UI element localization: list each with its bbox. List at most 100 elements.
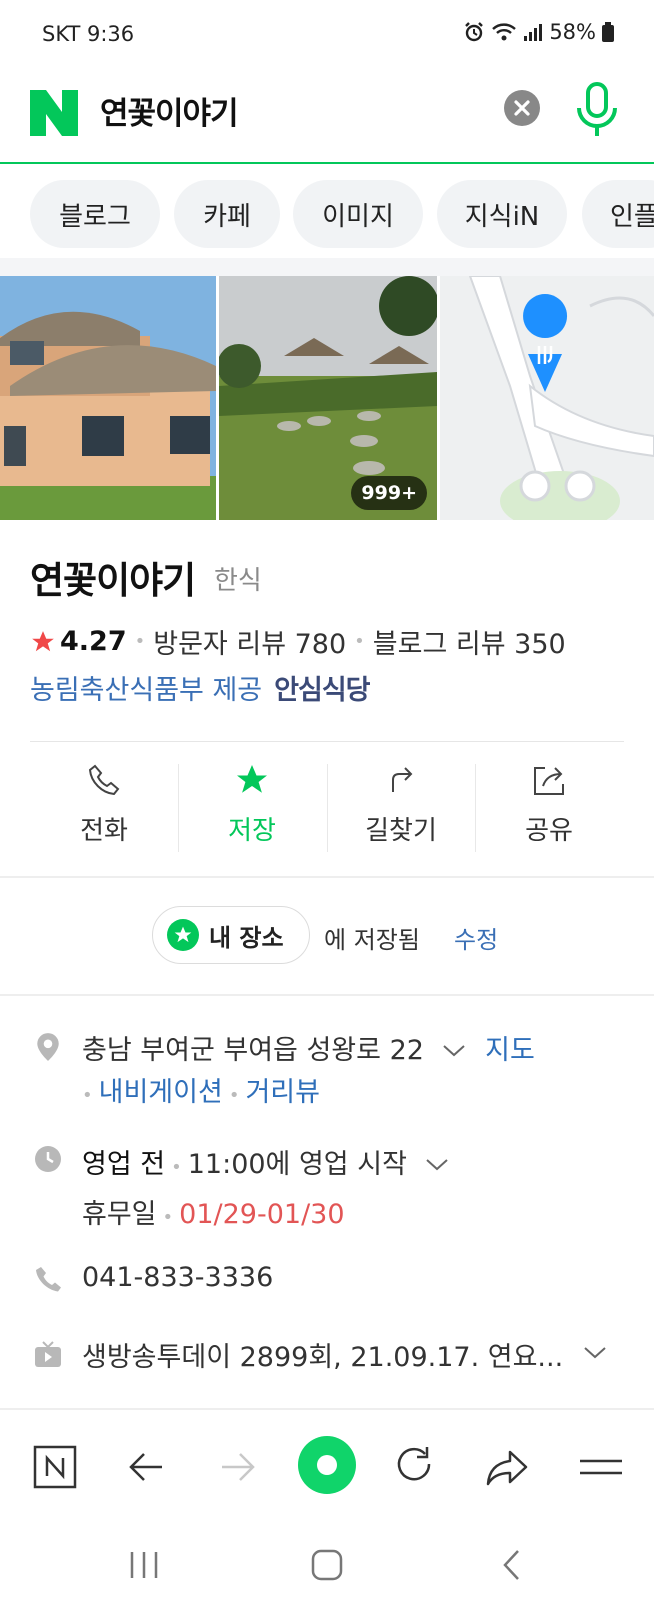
location-pin-icon — [37, 1033, 59, 1061]
call-button[interactable]: 전화 — [30, 762, 178, 856]
rating-row: 4.27 • 방문자 리뷰 780 • 블로그 리뷰 350 — [30, 622, 566, 661]
place-name: 연꽃이야기 — [30, 559, 196, 602]
tv-appearance: 생방송투데이 2899회, 21.09.17. 연요... — [82, 1342, 564, 1373]
call-label: 전화 — [80, 816, 128, 846]
separator-dot: • — [134, 631, 146, 652]
star-icon — [237, 765, 267, 793]
divider — [0, 994, 654, 996]
naver-logo-icon[interactable] — [30, 90, 78, 136]
share-icon — [534, 767, 564, 795]
separator-dot: • — [162, 1207, 174, 1228]
streetview-link[interactable]: 거리뷰 — [245, 1077, 320, 1108]
hours-status: 영업 전 — [82, 1149, 166, 1180]
system-navigation-bar — [0, 1528, 654, 1600]
divider — [30, 741, 624, 742]
green-dot-button[interactable] — [298, 1436, 356, 1494]
divider — [0, 876, 654, 878]
signal-icon — [524, 24, 543, 41]
section-spacer — [0, 258, 654, 276]
separator-dot: • — [354, 631, 365, 652]
map-thumbnail[interactable] — [440, 276, 654, 520]
close-icon — [514, 100, 530, 116]
tab-blog[interactable]: 블로그 — [30, 180, 160, 248]
clock-icon — [35, 1146, 61, 1172]
clear-search-button[interactable] — [504, 90, 540, 126]
phone-icon — [88, 764, 120, 796]
map-image — [440, 276, 654, 520]
action-bar: 전화 저장 길찾기 공유 — [30, 762, 624, 856]
photo-strip: 999+ — [0, 276, 654, 520]
tab-cafe[interactable]: 카페 — [174, 180, 280, 248]
star-badge-icon — [167, 919, 199, 951]
phone-icon — [36, 1267, 61, 1292]
battery-icon — [602, 22, 614, 42]
hours-text: 영업 전 • 11:00에 영업 시작 — [82, 1142, 450, 1181]
back-arrow-icon[interactable] — [122, 1442, 172, 1492]
alarm-icon — [465, 22, 484, 42]
photo-count-badge[interactable]: 999+ — [351, 476, 427, 510]
my-place-label: 내 장소 — [209, 923, 284, 952]
battery-percent: 58% — [549, 20, 596, 44]
address-value: 충남 부여군 부여읍 성왕로 22 — [82, 1035, 424, 1066]
share-arrow-icon[interactable] — [482, 1442, 532, 1492]
naver-home-icon[interactable] — [30, 1442, 80, 1492]
navigation-link[interactable]: 내비게이션 — [99, 1077, 223, 1108]
restaurant-photo-1[interactable] — [0, 276, 216, 520]
safe-restaurant-badge: 안심식당 — [274, 675, 370, 706]
phone-number[interactable]: 041-833-3336 — [82, 1262, 273, 1293]
microphone-icon[interactable] — [574, 82, 620, 138]
save-button[interactable]: 저장 — [178, 762, 326, 856]
visitor-reviews-link[interactable]: 방문자 리뷰 780 — [153, 622, 346, 661]
save-label: 저장 — [228, 816, 276, 846]
directions-button[interactable]: 길찾기 — [327, 762, 475, 856]
place-category: 한식 — [214, 566, 262, 596]
my-place-chip[interactable]: 내 장소 — [152, 906, 310, 964]
status-bar: SKT 9:36 58% — [0, 0, 654, 66]
holiday-label: 휴무일 — [82, 1199, 157, 1230]
provider-row: 농림축산식품부 제공 안심식당 — [30, 668, 371, 707]
tab-kin[interactable]: 지식iN — [437, 180, 567, 248]
chevron-down-icon[interactable] — [441, 1043, 467, 1059]
directions-label: 길찾기 — [365, 816, 437, 846]
saved-status-row: 내 장소 에 저장됨 수정 — [0, 906, 654, 966]
share-button[interactable]: 공유 — [475, 762, 623, 856]
address-links: • 내비게이션 • 거리뷰 — [82, 1070, 320, 1109]
tv-icon — [35, 1341, 61, 1367]
green-dot-icon — [317, 1455, 337, 1475]
back-icon[interactable] — [500, 1548, 522, 1582]
restaurant-photo-2[interactable]: 999+ — [219, 276, 437, 520]
rating-value: 4.27 — [60, 626, 127, 657]
separator-dot: • — [82, 1085, 93, 1106]
holiday-text: 휴무일 • 01/29-01/30 — [82, 1192, 345, 1231]
forward-arrow-icon — [222, 1453, 255, 1481]
status-icons: 58% — [463, 20, 614, 44]
tab-influencer[interactable]: 인플 — [582, 180, 654, 248]
provider-link[interactable]: 농림축산식품부 제공 — [30, 668, 262, 707]
divider — [0, 1408, 654, 1410]
edit-link[interactable]: 수정 — [454, 920, 498, 955]
map-link[interactable]: 지도 — [485, 1035, 535, 1066]
saved-suffix-text: 에 저장됨 — [324, 926, 420, 954]
share-label: 공유 — [525, 816, 573, 846]
home-icon[interactable] — [310, 1548, 344, 1582]
separator-dot: • — [228, 1085, 240, 1106]
hours-open: 11:00에 영업 시작 — [187, 1149, 407, 1180]
directions-icon — [392, 767, 413, 792]
separator-dot: • — [171, 1157, 182, 1178]
blog-reviews-link[interactable]: 블로그 리뷰 350 — [373, 622, 566, 661]
address-text: 충남 부여군 부여읍 성왕로 22 지도 — [82, 1028, 535, 1067]
chevron-down-icon[interactable] — [424, 1157, 450, 1173]
browser-toolbar — [0, 1412, 654, 1528]
carrier-time: SKT 9:36 — [42, 22, 135, 46]
menu-icon[interactable] — [576, 1442, 626, 1492]
star-icon — [32, 630, 54, 651]
search-header: 연꽃이야기 — [0, 66, 654, 164]
building-image — [0, 276, 216, 520]
holiday-dates: 01/29-01/30 — [179, 1199, 345, 1230]
chevron-down-icon[interactable] — [582, 1345, 608, 1361]
tab-image[interactable]: 이미지 — [293, 180, 423, 248]
refresh-icon[interactable] — [390, 1442, 440, 1492]
wifi-icon — [492, 23, 517, 41]
search-input[interactable]: 연꽃이야기 — [100, 88, 239, 133]
recent-apps-icon[interactable] — [128, 1550, 160, 1580]
